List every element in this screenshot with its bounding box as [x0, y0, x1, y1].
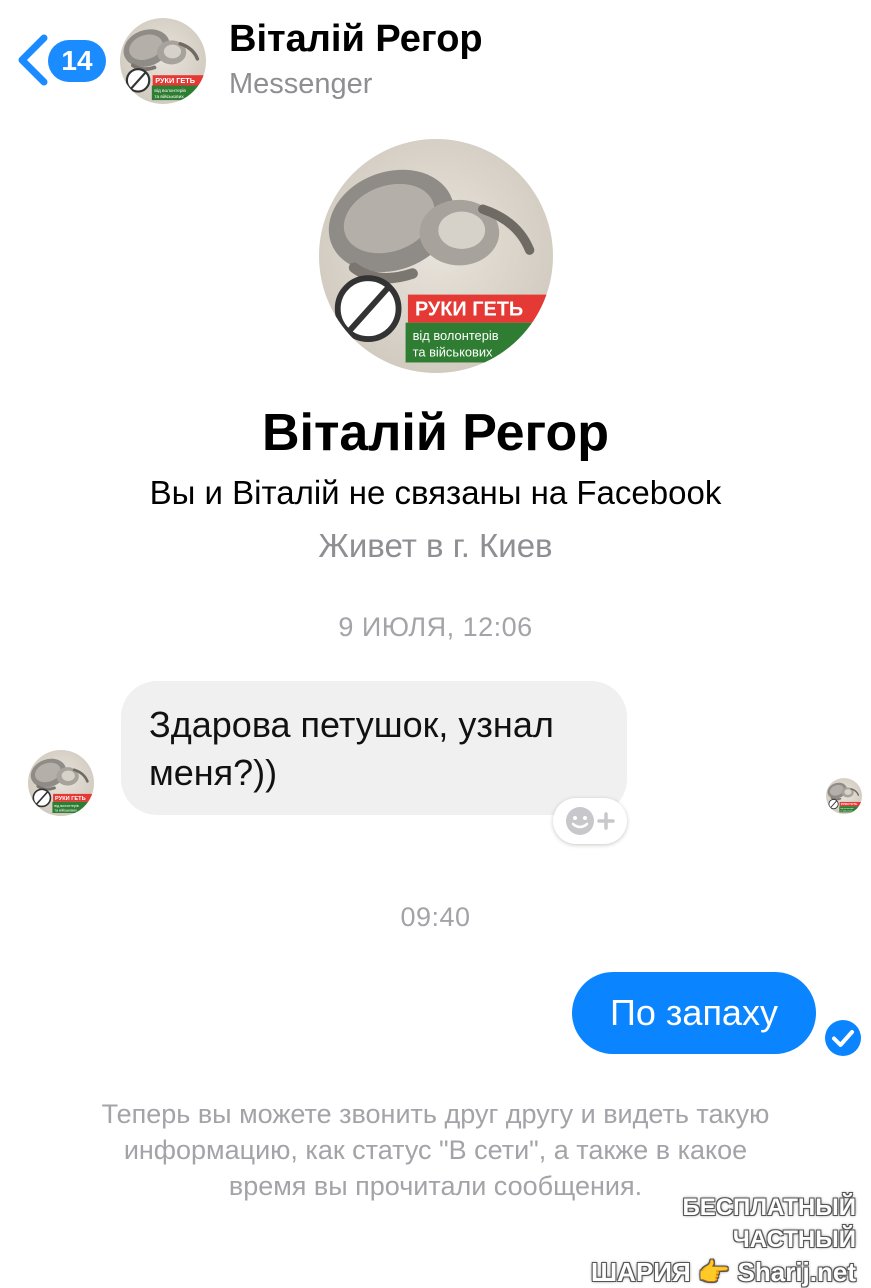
profile-name: Віталій Регор — [261, 404, 610, 462]
contact-name[interactable]: Віталій Регор — [229, 18, 483, 61]
seen-avatar — [826, 778, 862, 814]
message-timestamp: 09:40 — [400, 902, 471, 932]
incoming-message-bubble[interactable]: Здарова петушок, узнал меня?)) — [121, 681, 627, 815]
add-reaction-button[interactable] — [553, 798, 627, 844]
pointing-hand-icon: 👉 — [697, 1257, 731, 1287]
smiley-icon — [566, 807, 594, 835]
unread-count-badge[interactable]: 14 — [48, 40, 106, 82]
contact-subtitle: Messenger — [229, 68, 373, 100]
system-notice-line: Теперь вы можете звонить друг другу и ви… — [101, 1099, 770, 1129]
incoming-message-line: Здарова петушок, узнал — [149, 704, 554, 745]
profile-avatar[interactable] — [319, 139, 553, 373]
outgoing-message-bubble[interactable]: По запаху — [572, 972, 816, 1054]
profile-location: Живет в г. Киев — [318, 527, 553, 564]
watermark: БЕСПЛАТНЫЙ ЧАСТНЫЙ ШАРИЯ 👉 Sharij.net — [556, 1192, 856, 1288]
contact-avatar[interactable] — [120, 18, 206, 104]
watermark-line: ШАРИЯ 👉 Sharij.net — [556, 1256, 856, 1288]
sender-avatar[interactable] — [28, 750, 94, 816]
watermark-text: Sharij.net — [737, 1257, 856, 1287]
profile-relation: Вы и Віталій не связаны на Facebook — [149, 474, 722, 511]
watermark-line: БЕСПЛАТНЫЙ ЧАСТНЫЙ — [682, 1194, 856, 1253]
incoming-message-line: меня?)) — [149, 752, 278, 793]
system-notice-line: информацию, как статус "В сети", а также… — [123, 1135, 748, 1165]
plus-icon — [597, 812, 615, 830]
check-circle-icon — [825, 1020, 861, 1056]
watermark-text: ШАРИЯ — [591, 1257, 691, 1287]
message-timestamp: 9 ИЮЛЯ, 12:06 — [338, 612, 533, 642]
system-notice: Теперь вы можете звонить друг другу и ви… — [20, 1096, 851, 1204]
